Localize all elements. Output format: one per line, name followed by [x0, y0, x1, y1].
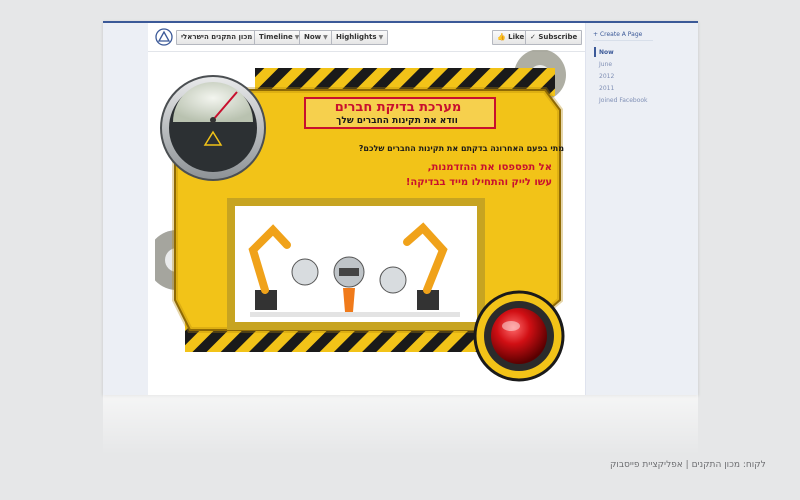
like-label: Like [508, 33, 525, 41]
banner-title: מערכת בדיקת חברים [334, 100, 462, 115]
rail-item-joined[interactable]: Joined Facebook [599, 97, 648, 104]
banner-line-2: עשו לייק והתחילו מייד בבדיקה! [405, 177, 552, 188]
page-reflection [103, 395, 698, 455]
create-page-link[interactable]: + Create A Page [593, 31, 642, 38]
banner-question: מתי בפעם האחרונה בדקתם את תקינות החברים … [358, 144, 564, 153]
subscribe-label: Subscribe [538, 33, 578, 41]
banner-subtitle: וודא את תקינות החברים שלך [336, 116, 458, 126]
highlights-button[interactable]: Highlights ▼ [331, 30, 389, 45]
check-icon: ✓ [530, 33, 536, 41]
timeline-button[interactable]: Timeline ▼ [254, 30, 305, 45]
banner-line-1: אל תפספסו את ההזדמנות, [427, 162, 552, 173]
now-button[interactable]: Now ▼ [299, 30, 333, 45]
plus-icon: + [593, 31, 599, 38]
client-caption: לקוח: מכון התקנים | אפליקציית פייסבוק [610, 460, 766, 470]
chevron-down-icon: ▼ [378, 34, 384, 41]
highlights-label: Highlights [336, 33, 377, 41]
chevron-down-icon: ▼ [323, 34, 328, 41]
page-header-bar: מכון התקנים הישראלי Timeline ▼ Now ▼ Highl… [148, 23, 585, 52]
thumbs-up-icon: 👍 [497, 33, 506, 41]
subscribe-button[interactable]: ✓ Subscribe [525, 30, 583, 45]
rail-item-2012[interactable]: 2012 [599, 73, 614, 80]
rail-item-now[interactable]: Now [599, 49, 614, 56]
like-button[interactable]: 👍 Like [492, 30, 530, 45]
rail-item-june[interactable]: June [599, 61, 612, 68]
institute-logo-icon [155, 28, 173, 46]
timeline-label: Timeline [259, 33, 293, 41]
red-alarm-button-icon [473, 290, 565, 382]
page-name-label: מכון התקנים הישראלי [181, 33, 253, 41]
rail-divider [593, 40, 653, 41]
rail-active-marker [594, 47, 596, 57]
now-label: Now [304, 33, 322, 41]
pressure-gauge-icon [160, 75, 266, 181]
create-page-label: Create A Page [599, 31, 643, 38]
page-name-button[interactable]: מכון התקנים הישראלי [176, 30, 258, 45]
rail-item-2011[interactable]: 2011 [599, 85, 614, 92]
left-gutter [103, 23, 148, 395]
